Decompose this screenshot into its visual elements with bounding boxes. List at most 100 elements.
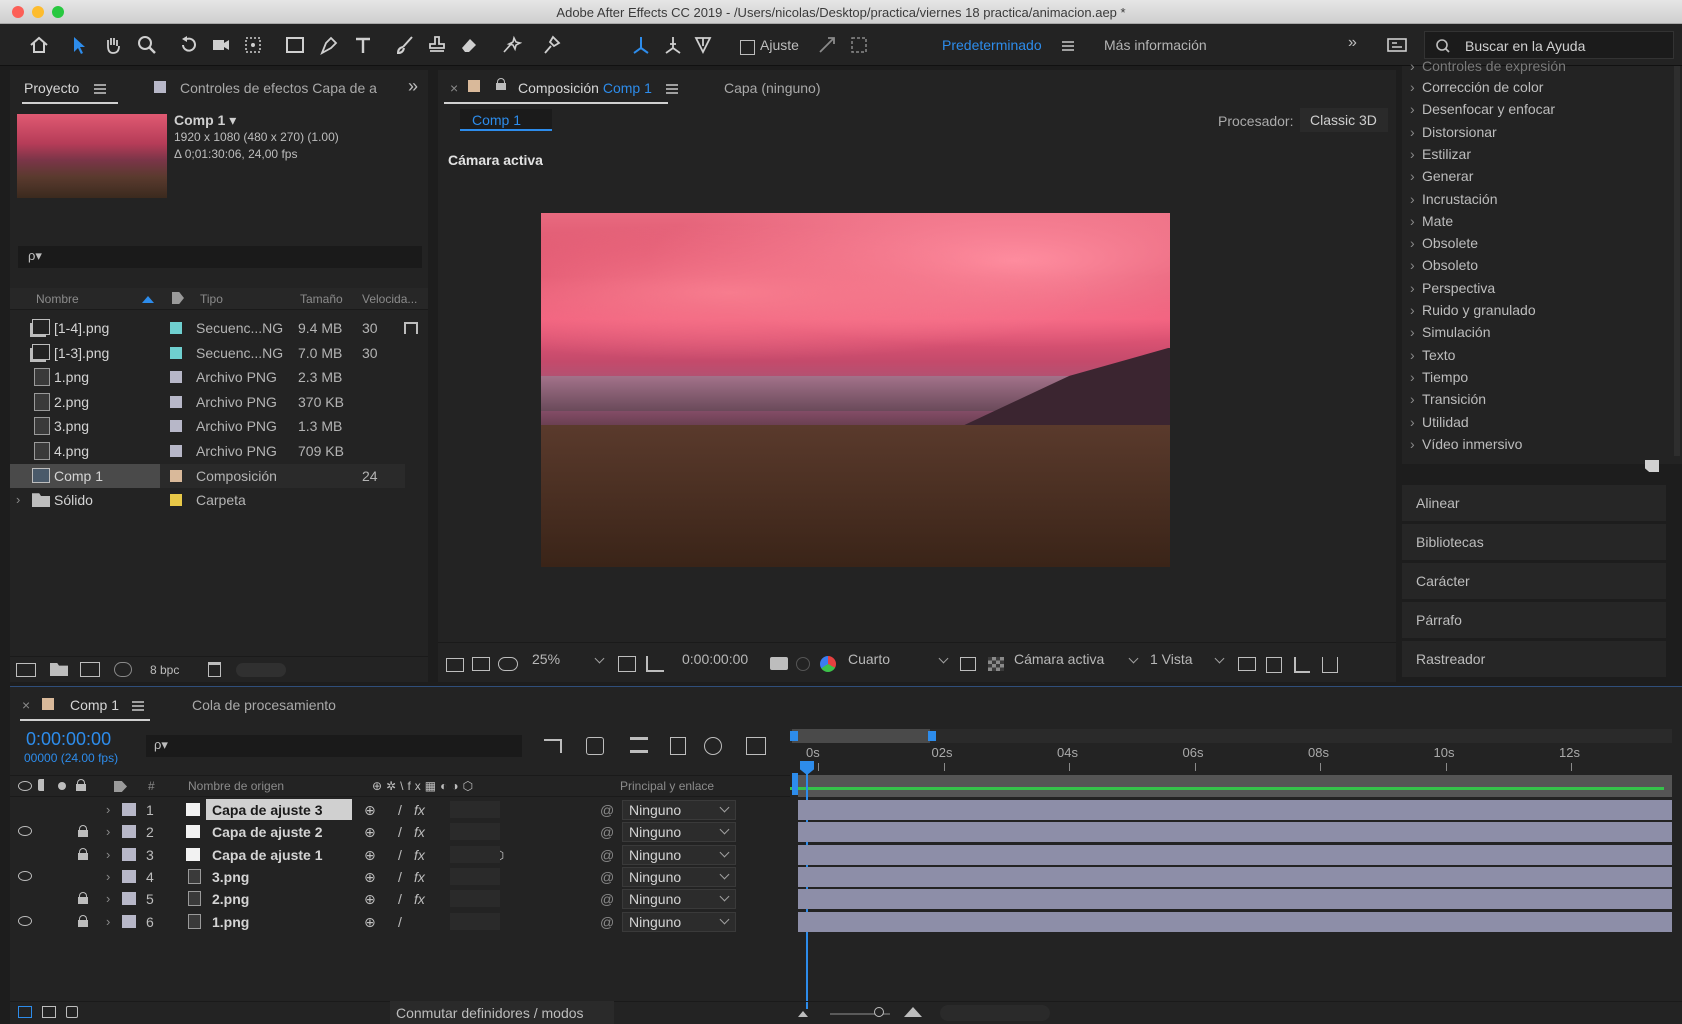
trash-icon[interactable] <box>208 662 221 677</box>
pickwhip-icon[interactable]: @ <box>600 891 614 907</box>
sort-ascending-icon[interactable] <box>142 296 154 303</box>
fit-frame-icon[interactable] <box>618 656 636 672</box>
viewer-timecode[interactable]: 0:00:00:00 <box>682 651 748 667</box>
timeline-layer-row[interactable]: › 5 2.png ⊕ / fx @ Ninguno <box>10 888 790 910</box>
puppet-pin-tool-icon[interactable] <box>538 32 564 58</box>
project-search-input[interactable]: ρ▾ <box>18 246 422 268</box>
chevron-right-icon[interactable]: › <box>106 914 110 929</box>
comp-mini-flowchart-icon[interactable] <box>544 739 562 753</box>
close-icon[interactable]: × <box>22 697 30 713</box>
column-velocidad[interactable]: Velocida... <box>362 292 417 306</box>
tab-proyecto[interactable]: Proyecto <box>24 80 79 96</box>
column-nombre-de-origen[interactable]: Nombre de origen <box>188 779 284 793</box>
lock-icon[interactable] <box>78 847 88 860</box>
panel-rastreador[interactable]: Rastreador <box>1402 641 1666 677</box>
camera-snapshot-icon[interactable] <box>770 657 788 670</box>
effects-switch-icon[interactable]: fx <box>414 847 425 863</box>
quality-switch-icon[interactable]: / <box>398 824 402 840</box>
snap-features-icon[interactable] <box>846 32 872 58</box>
column-tamano[interactable]: Tamaño <box>300 292 343 306</box>
eraser-tool-icon[interactable] <box>456 32 482 58</box>
eye-icon[interactable] <box>18 826 32 837</box>
project-item-row[interactable]: 4.png Archivo PNG 709 KB <box>10 439 405 463</box>
shy-switch-icon[interactable]: ⊕ <box>364 847 376 864</box>
chevron-right-icon[interactable]: › <box>106 824 110 839</box>
effects-category-item[interactable]: › Corrección de color <box>1410 79 1543 95</box>
tab-timeline-comp[interactable]: Comp 1 <box>70 697 119 713</box>
eye-icon[interactable] <box>18 915 32 926</box>
project-item-row[interactable]: [1-3].png Secuenc...NG 7.0 MB 30 <box>10 341 405 365</box>
effects-category-item[interactable]: › Simulación <box>1410 324 1490 340</box>
shy-switch-icon[interactable]: ⊕ <box>364 802 376 819</box>
effects-category-item[interactable]: › Perspectiva <box>1410 280 1495 296</box>
expand-time-stretch-icon[interactable] <box>66 1006 78 1018</box>
viewer-menu-icon[interactable] <box>666 84 678 94</box>
parent-dropdown[interactable]: Ninguno <box>622 822 736 843</box>
expand-modes-icon[interactable] <box>42 1006 56 1018</box>
layer-duration-bar[interactable] <box>798 844 1672 865</box>
effects-category-item[interactable]: › Transición <box>1410 391 1486 407</box>
effects-category-truncated[interactable]: › Controles de expresión <box>1410 58 1566 74</box>
new-folder-icon[interactable] <box>50 663 68 676</box>
layer-duration-bar[interactable] <box>798 911 1672 932</box>
eye-icon[interactable] <box>18 870 32 881</box>
region-of-interest-icon[interactable] <box>960 657 976 671</box>
layer-name[interactable]: Capa de ajuste 2 <box>212 824 323 840</box>
effects-category-item[interactable]: › Obsolete <box>1410 235 1478 251</box>
composition-frame-image[interactable] <box>541 213 1170 567</box>
chevron-right-icon[interactable]: › <box>106 869 110 884</box>
selection-tool-icon[interactable] <box>66 32 92 58</box>
project-panel-menu-icon[interactable] <box>94 84 106 94</box>
snap-checkbox[interactable] <box>740 40 755 55</box>
label-color-swatch[interactable] <box>170 395 182 408</box>
layer-label-swatch[interactable] <box>122 869 136 883</box>
close-icon[interactable]: × <box>450 80 458 96</box>
timeline-layer-row[interactable]: ›3Capa de ajuste 1⊕/fx◐⬡@ Ninguno <box>10 844 790 866</box>
panel-parrafo[interactable]: Párrafo <box>1402 602 1666 638</box>
effects-category-item[interactable]: › Utilidad <box>1410 414 1469 430</box>
project-item-row[interactable]: › Sólido Carpeta <box>10 488 405 512</box>
timeline-menu-icon[interactable] <box>132 701 144 711</box>
timeline-horizontal-scrollbar[interactable] <box>940 1005 1050 1021</box>
label-color-swatch[interactable] <box>170 322 182 334</box>
timeline-icon[interactable] <box>1294 657 1310 673</box>
type-tool-icon[interactable] <box>350 32 376 58</box>
label-color-swatch[interactable] <box>170 420 182 433</box>
layer-duration-bar[interactable] <box>798 889 1672 910</box>
quality-switch-icon[interactable]: / <box>398 891 402 907</box>
layer-label-swatch[interactable] <box>122 847 136 861</box>
work-area-end-handle[interactable] <box>928 731 936 741</box>
project-item-row[interactable]: 2.png Archivo PNG 370 KB <box>10 390 405 414</box>
column-nombre[interactable]: Nombre <box>36 292 79 306</box>
monitor-icon[interactable] <box>472 657 490 671</box>
pickwhip-icon[interactable]: @ <box>600 824 614 840</box>
snap-edge-icon[interactable] <box>814 32 840 58</box>
tab-cola-de-procesamiento[interactable]: Cola de procesamiento <box>192 697 336 713</box>
fast-previews-icon[interactable] <box>1266 657 1282 673</box>
quality-switch-icon[interactable]: / <box>398 802 402 818</box>
panel-bibliotecas[interactable]: Bibliotecas <box>1402 524 1666 560</box>
timeline-zoom-handle[interactable] <box>874 1007 884 1017</box>
home-icon[interactable] <box>26 32 52 58</box>
title-safe-icon[interactable] <box>646 656 664 672</box>
label-color-swatch[interactable] <box>170 445 182 457</box>
quality-switch-icon[interactable]: / <box>398 847 402 863</box>
workspace-predeterminado[interactable]: Predeterminado <box>942 37 1042 53</box>
project-item-row[interactable]: Comp 1 Composición 24 <box>10 463 405 488</box>
label-color-swatch[interactable] <box>170 494 182 507</box>
flowchart-icon[interactable] <box>404 322 418 334</box>
layer-name[interactable]: 3.png <box>212 869 249 885</box>
effects-category-item[interactable]: › Distorsionar <box>1410 124 1497 140</box>
project-item-row[interactable]: 1.png Archivo PNG 2.3 MB <box>10 365 405 389</box>
quality-switch-icon[interactable]: / <box>398 914 402 930</box>
flowchart-icon[interactable] <box>1322 657 1338 673</box>
chevron-right-icon[interactable]: › <box>16 492 20 507</box>
project-settings-icon[interactable] <box>114 662 132 677</box>
visibility-toggle-empty[interactable] <box>16 846 32 862</box>
chevron-right-icon[interactable]: › <box>106 847 110 862</box>
color-depth-label[interactable]: 8 bpc <box>150 663 179 677</box>
parent-dropdown[interactable]: Ninguno <box>622 844 736 865</box>
camera-tool-icon[interactable] <box>208 32 234 58</box>
label-color-swatch[interactable] <box>170 346 182 359</box>
timeline-layer-row[interactable]: › 6 1.png ⊕ / @ Ninguno <box>10 911 790 933</box>
